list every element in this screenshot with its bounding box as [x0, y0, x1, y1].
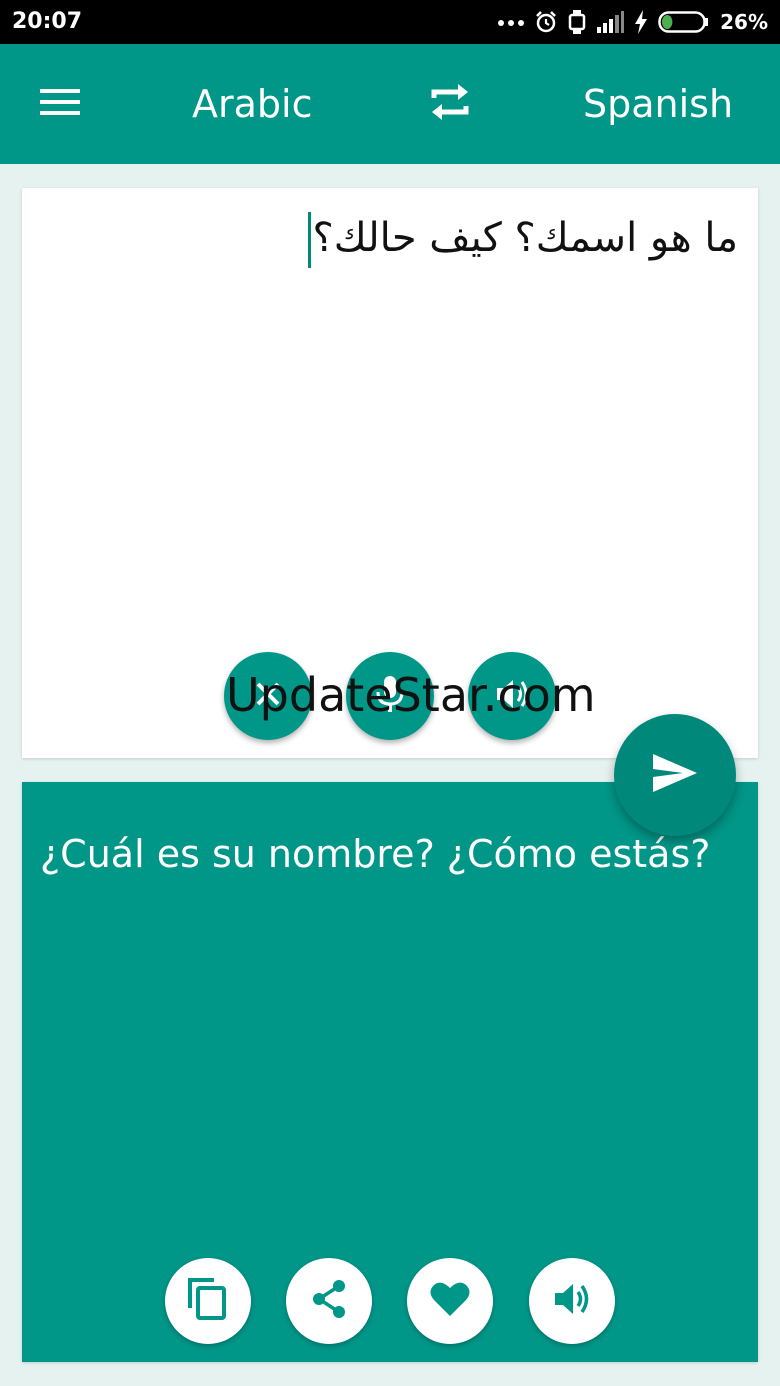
- target-language-selector[interactable]: Spanish: [583, 82, 733, 126]
- send-icon: [651, 752, 699, 799]
- share-icon: [308, 1278, 350, 1325]
- source-text-input[interactable]: ما هو اسمك؟ كيف حالك؟: [307, 212, 739, 268]
- source-language-selector[interactable]: Arabic: [192, 82, 312, 126]
- copy-icon: [186, 1276, 230, 1327]
- battery-icon: [658, 11, 710, 33]
- watermark-text: UpdateStar.com: [226, 668, 596, 722]
- translated-text: ¿Cuál es su nombre? ¿Cómo estás?: [40, 832, 711, 876]
- app-bar: Arabic Spanish: [0, 44, 780, 164]
- speaker-icon: [551, 1279, 593, 1324]
- swap-languages-button[interactable]: [424, 78, 476, 130]
- text-cursor: [307, 212, 311, 268]
- copy-button[interactable]: [165, 1258, 251, 1344]
- signal-icon: [596, 11, 625, 33]
- charging-icon: [634, 10, 648, 34]
- share-button[interactable]: [286, 1258, 372, 1344]
- favorite-button[interactable]: [407, 1258, 493, 1344]
- watch-icon: [568, 9, 586, 35]
- output-card: ¿Cuál es su nombre? ¿Cómo estás?: [22, 782, 758, 1362]
- swap-icon: [428, 80, 472, 129]
- translate-button[interactable]: [614, 714, 736, 836]
- more-dots-icon: [498, 17, 525, 27]
- status-bar: 20:07 26%: [0, 0, 780, 44]
- source-text: ما هو اسمك؟ كيف حالك؟: [312, 215, 739, 261]
- heart-icon: [429, 1280, 471, 1323]
- battery-percent: 26%: [720, 10, 768, 34]
- status-icons: 26%: [498, 8, 768, 36]
- status-time: 20:07: [12, 9, 83, 34]
- alarm-icon: [534, 10, 558, 34]
- menu-icon: [38, 86, 82, 123]
- speak-translation-button[interactable]: [529, 1258, 615, 1344]
- menu-button[interactable]: [30, 80, 90, 128]
